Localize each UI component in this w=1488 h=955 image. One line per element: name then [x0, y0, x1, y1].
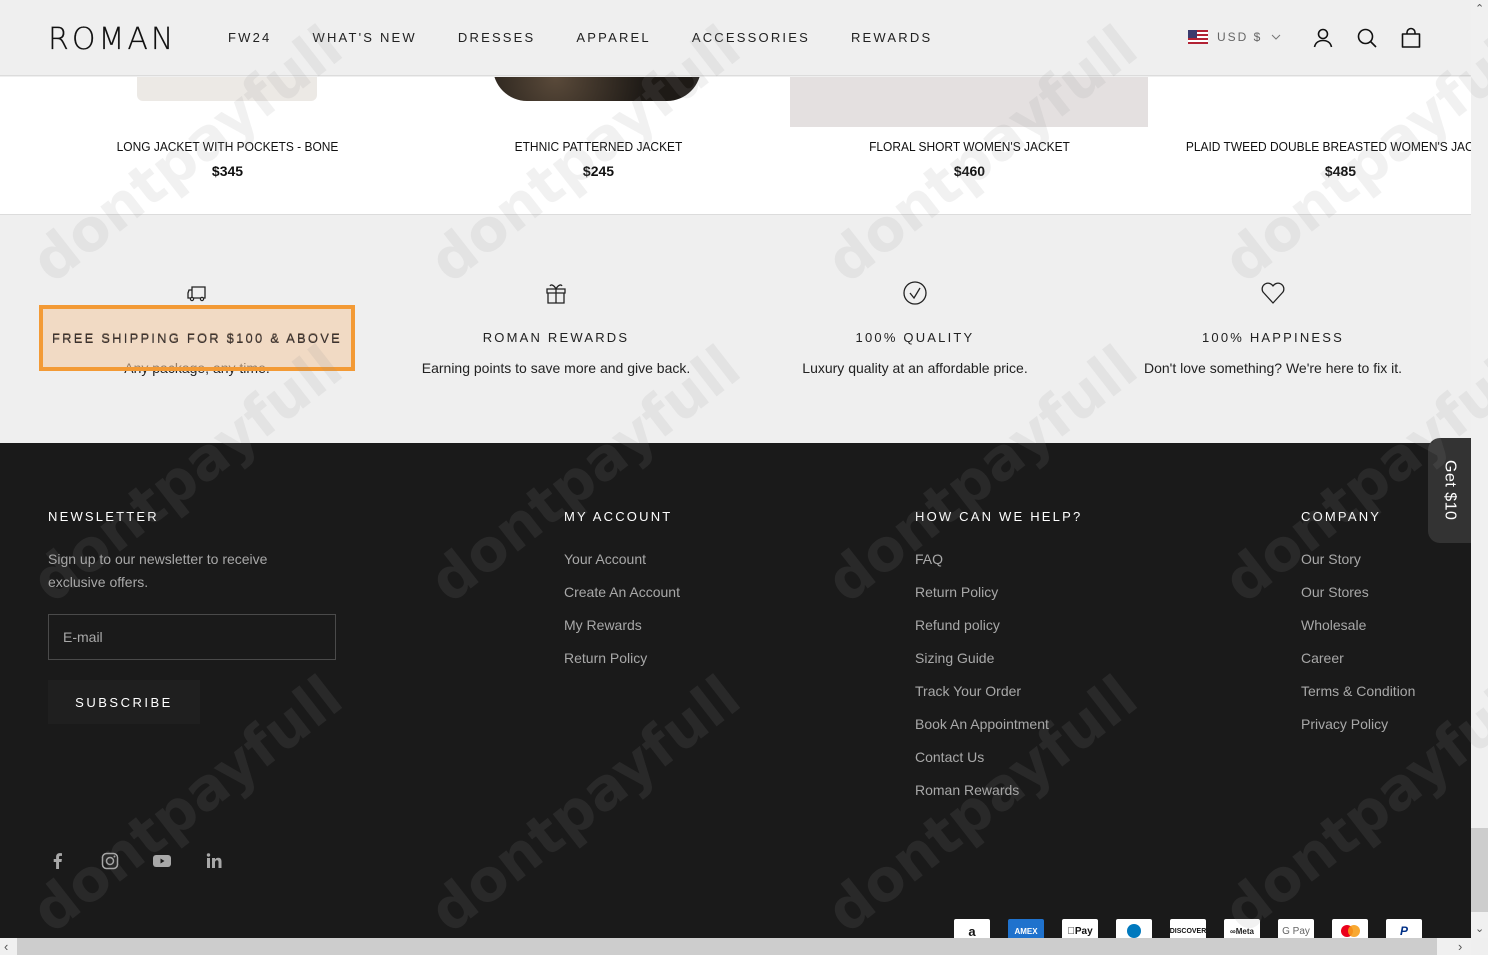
- currency-label: USD $: [1217, 30, 1263, 44]
- product-card[interactable]: ETHNIC PATTERNED JACKET $245: [413, 77, 784, 214]
- nav-accessories[interactable]: ACCESSORIES: [692, 30, 810, 45]
- product-carousel: LONG JACKET WITH POCKETS - BONE $345 ETH…: [0, 77, 1471, 215]
- search-icon[interactable]: [1355, 26, 1379, 50]
- nav-whats-new[interactable]: WHAT'S NEW: [312, 30, 416, 45]
- product-title[interactable]: ETHNIC PATTERNED JACKET: [428, 139, 769, 154]
- product-card[interactable]: PLAID TWEED DOUBLE BREASTED WOMEN'S JACK…: [1155, 77, 1471, 214]
- nav-fw24[interactable]: FW24: [228, 30, 271, 45]
- currency-selector[interactable]: USD $: [1188, 30, 1281, 44]
- footer-link[interactable]: Terms & Condition: [1301, 682, 1415, 715]
- amazon-pay-icon: a: [954, 919, 990, 938]
- product-card[interactable]: LONG JACKET WITH POCKETS - BONE $345: [42, 77, 413, 214]
- scroll-right-arrow[interactable]: ›: [1458, 939, 1462, 954]
- feature-description: Don't love something? We're here to fix …: [1144, 360, 1402, 376]
- footer-link[interactable]: Roman Rewards: [915, 781, 1049, 814]
- footer-link[interactable]: Contact Us: [915, 748, 1049, 781]
- feature-description: Earning points to save more and give bac…: [421, 360, 691, 376]
- footer-link[interactable]: Return Policy: [564, 649, 680, 682]
- instagram-icon[interactable]: [100, 851, 120, 871]
- footer-link[interactable]: Book An Appointment: [915, 715, 1049, 748]
- footer-link[interactable]: Privacy Policy: [1301, 715, 1415, 748]
- product-image[interactable]: [493, 77, 701, 101]
- logo[interactable]: ROMAN: [48, 22, 176, 57]
- product-price: $245: [582, 163, 615, 179]
- help-links: FAQ Return Policy Refund policy Sizing G…: [915, 550, 1049, 814]
- footer-link[interactable]: FAQ: [915, 550, 1049, 583]
- newsletter-heading: NEWSLETTER: [48, 509, 159, 524]
- newsletter-text: Sign up to our newsletter to receive exc…: [48, 551, 268, 590]
- my-account-links: Your Account Create An Account My Reward…: [564, 550, 680, 682]
- footer-link[interactable]: Our Stores: [1301, 583, 1415, 616]
- check-circle-icon: [903, 281, 927, 305]
- help-heading: HOW CAN WE HELP?: [915, 509, 1083, 524]
- nav-dresses[interactable]: DRESSES: [458, 30, 536, 45]
- footer-link[interactable]: Sizing Guide: [915, 649, 1049, 682]
- gift-icon: [546, 284, 566, 304]
- meta-pay-icon: ∞Meta: [1224, 919, 1260, 938]
- site-footer: NEWSLETTER Sign up to our newsletter to …: [0, 443, 1471, 938]
- product-image[interactable]: [137, 77, 317, 101]
- footer-link[interactable]: Career: [1301, 649, 1415, 682]
- main-nav: FW24 WHAT'S NEW DRESSES APPAREL ACCESSOR…: [228, 30, 973, 45]
- site-header: ROMAN FW24 WHAT'S NEW DRESSES APPAREL AC…: [0, 0, 1471, 76]
- linkedin-icon[interactable]: [204, 851, 224, 871]
- product-title[interactable]: FLORAL SHORT WOMEN'S JACKET: [799, 139, 1140, 154]
- product-title[interactable]: LONG JACKET WITH POCKETS - BONE: [57, 139, 398, 154]
- product-image[interactable]: [790, 77, 1148, 127]
- scroll-left-arrow[interactable]: ‹: [4, 939, 8, 954]
- subscribe-button[interactable]: SUBSCRIBE: [48, 680, 200, 724]
- horizontal-scroll-thumb[interactable]: [17, 938, 1437, 955]
- nav-apparel[interactable]: APPAREL: [576, 30, 650, 45]
- product-price: $345: [211, 163, 244, 179]
- feature-description: Luxury quality at an affordable price.: [802, 360, 1028, 376]
- amex-icon: AMEX: [1008, 919, 1044, 938]
- my-account-heading: MY ACCOUNT: [564, 509, 673, 524]
- apple-pay-icon: Pay: [1062, 919, 1098, 938]
- get-10-label: Get $10: [1441, 460, 1459, 521]
- company-heading: COMPANY: [1301, 509, 1382, 524]
- chevron-down-icon: [1271, 34, 1281, 40]
- us-flag-icon: [1188, 30, 1208, 44]
- diners-club-icon: [1116, 919, 1152, 938]
- facebook-icon[interactable]: [48, 851, 68, 871]
- heart-icon: [1261, 282, 1285, 304]
- footer-link[interactable]: My Rewards: [564, 616, 680, 649]
- google-pay-icon: G Pay: [1278, 919, 1314, 938]
- product-price: $485: [1324, 163, 1357, 179]
- feature-title: 100% HAPPINESS: [1201, 330, 1345, 345]
- account-icon[interactable]: [1311, 26, 1335, 50]
- footer-link[interactable]: Your Account: [564, 550, 680, 583]
- footer-link[interactable]: Create An Account: [564, 583, 680, 616]
- nav-rewards[interactable]: REWARDS: [851, 30, 932, 45]
- scroll-up-arrow[interactable]: ⌃: [1475, 2, 1484, 15]
- footer-link[interactable]: Track Your Order: [915, 682, 1049, 715]
- product-card[interactable]: FLORAL SHORT WOMEN'S JACKET $460: [784, 77, 1155, 214]
- footer-link[interactable]: Our Story: [1301, 550, 1415, 583]
- feature-title: 100% QUALITY: [855, 330, 975, 345]
- scroll-down-arrow[interactable]: ⌄: [1475, 922, 1484, 935]
- email-input[interactable]: [48, 614, 336, 660]
- delivery-truck-icon: [187, 286, 206, 302]
- mastercard-icon: [1332, 919, 1368, 938]
- highlight-box: FREE SHIPPING FOR $100 & ABOVE: [39, 305, 355, 371]
- vertical-scroll-thumb[interactable]: [1471, 828, 1488, 912]
- product-title[interactable]: PLAID TWEED DOUBLE BREASTED WOMEN'S JACK…: [1186, 139, 1471, 154]
- vertical-scrollbar[interactable]: [1471, 0, 1488, 938]
- product-price: $460: [953, 163, 986, 179]
- feature-title: ROMAN REWARDS: [482, 330, 630, 345]
- youtube-icon[interactable]: [152, 851, 172, 871]
- footer-link[interactable]: Wholesale: [1301, 616, 1415, 649]
- discover-icon: DISCOVER: [1170, 919, 1206, 938]
- footer-link[interactable]: Return Policy: [915, 583, 1049, 616]
- paypal-icon: P: [1386, 919, 1422, 938]
- company-links: Our Story Our Stores Wholesale Career Te…: [1301, 550, 1415, 748]
- footer-link[interactable]: Refund policy: [915, 616, 1049, 649]
- get-10-tab[interactable]: Get $10: [1428, 438, 1471, 543]
- cart-icon[interactable]: [1399, 26, 1423, 50]
